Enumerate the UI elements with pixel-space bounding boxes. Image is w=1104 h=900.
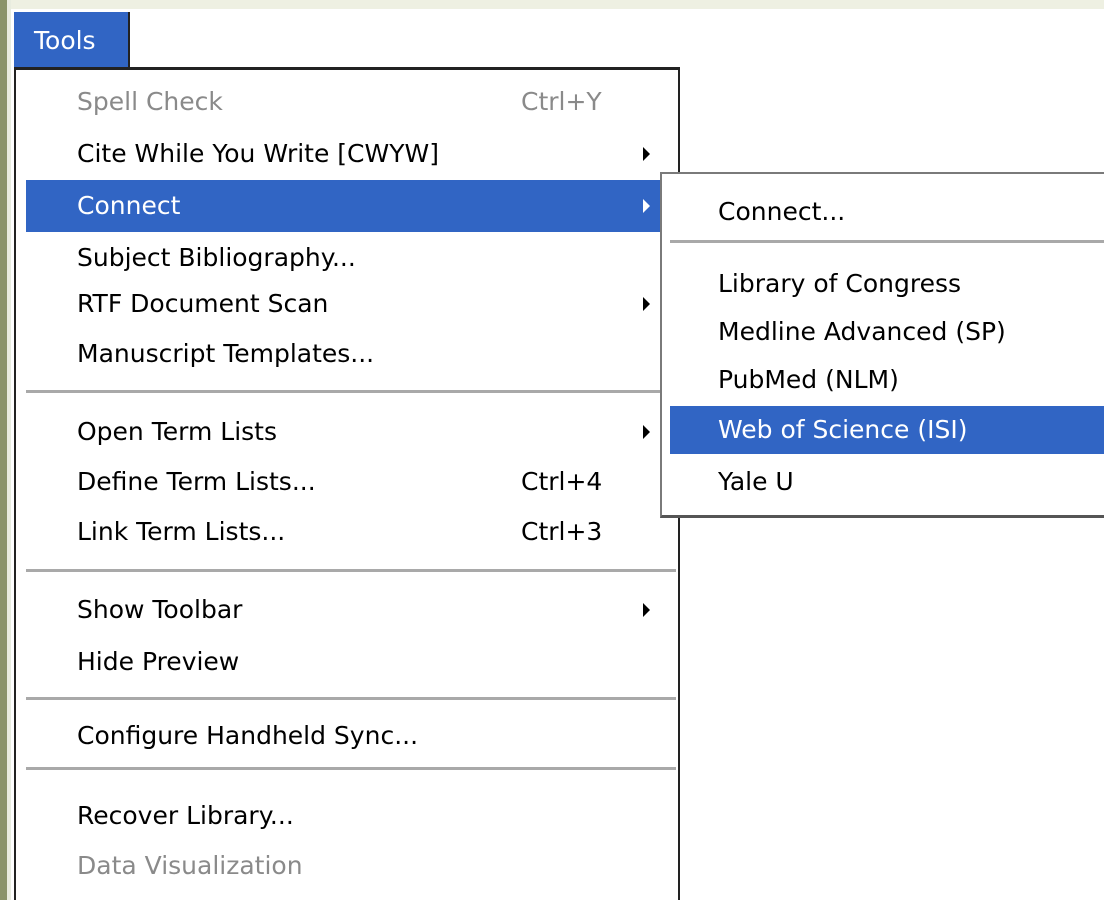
menu-item-label: Manuscript Templates...: [77, 339, 375, 368]
menu-item-spell-check[interactable]: Spell Check Ctrl+Y: [26, 76, 674, 128]
menu-item-rtf-document-scan[interactable]: RTF Document Scan: [26, 278, 674, 330]
menu-item-configure-handheld-sync[interactable]: Configure Handheld Sync...: [26, 710, 674, 762]
menu-separator: [26, 569, 676, 573]
submenu-arrow-icon: [643, 199, 650, 213]
submenu-separator: [670, 240, 1104, 243]
menu-item-label: Connect: [77, 191, 181, 220]
menu-item-shortcut: Ctrl+Y: [521, 87, 602, 116]
menu-item-hide-preview[interactable]: Hide Preview: [26, 636, 674, 688]
menu-item-shortcut: Ctrl+3: [521, 517, 603, 546]
menu-item-label: Open Term Lists: [77, 417, 277, 446]
submenu-item-label: PubMed (NLM): [718, 365, 899, 394]
menu-item-cite-while-you-write[interactable]: Cite While You Write [CWYW]: [26, 128, 674, 180]
menu-item-data-visualization[interactable]: Data Visualization: [26, 840, 674, 892]
submenu-arrow-icon: [643, 297, 650, 311]
menu-separator: [26, 697, 676, 701]
menu-item-define-term-lists[interactable]: Define Term Lists... Ctrl+4: [26, 456, 674, 508]
menu-item-subject-bibliography[interactable]: Subject Bibliography...: [26, 232, 674, 284]
window-background-strip: [0, 0, 1104, 9]
submenu-item-label: Library of Congress: [718, 269, 962, 298]
menu-item-label: Hide Preview: [77, 647, 240, 676]
submenu-arrow-icon: [643, 603, 650, 617]
menu-item-label: Show Toolbar: [77, 595, 243, 624]
submenu-arrow-icon: [643, 425, 650, 439]
menubar-tools[interactable]: Tools: [14, 12, 130, 69]
submenu-arrow-icon: [643, 147, 650, 161]
submenu-item-yale-u[interactable]: Yale U: [670, 458, 1104, 506]
submenu-item-web-of-science[interactable]: Web of Science (ISI): [670, 406, 1104, 454]
submenu-item-label: Web of Science (ISI): [718, 415, 968, 444]
menu-item-manuscript-templates[interactable]: Manuscript Templates...: [26, 328, 674, 380]
menu-item-label: Define Term Lists...: [77, 467, 316, 496]
menu-item-label: Configure Handheld Sync...: [77, 721, 419, 750]
menu-item-label: Spell Check: [77, 87, 223, 116]
menu-separator: [26, 390, 676, 394]
menu-item-label: Cite While You Write [CWYW]: [77, 139, 439, 168]
menu-item-recover-library[interactable]: Recover Library...: [26, 790, 674, 842]
submenu-item-label: Medline Advanced (SP): [718, 317, 1006, 346]
menu-item-show-toolbar[interactable]: Show Toolbar: [26, 584, 674, 636]
menu-item-shortcut: Ctrl+4: [521, 467, 603, 496]
tools-menu: Spell Check Ctrl+Y Cite While You Write …: [14, 70, 680, 900]
submenu-item-label: Yale U: [718, 467, 794, 496]
connect-submenu: Connect... Library of Congress Medline A…: [660, 172, 1104, 518]
submenu-item-pubmed[interactable]: PubMed (NLM): [670, 356, 1104, 404]
menu-separator: [26, 767, 676, 771]
menu-item-connect[interactable]: Connect: [26, 180, 674, 232]
menu-item-link-term-lists[interactable]: Link Term Lists... Ctrl+3: [26, 506, 674, 558]
submenu-item-label: Connect...: [718, 197, 846, 226]
menu-item-label: Data Visualization: [77, 851, 303, 880]
menu-item-label: Recover Library...: [77, 801, 294, 830]
menu-item-open-term-lists[interactable]: Open Term Lists: [26, 406, 674, 458]
window-left-border: [0, 0, 7, 900]
menu-item-label: Link Term Lists...: [77, 517, 286, 546]
submenu-item-medline-advanced[interactable]: Medline Advanced (SP): [670, 308, 1104, 356]
menubar-tools-label: Tools: [34, 26, 96, 55]
menu-item-label: RTF Document Scan: [77, 289, 329, 318]
submenu-item-library-of-congress[interactable]: Library of Congress: [670, 260, 1104, 308]
menu-item-label: Subject Bibliography...: [77, 243, 356, 272]
window-left-border-inner: [7, 0, 11, 900]
submenu-item-connect[interactable]: Connect...: [670, 188, 1104, 236]
